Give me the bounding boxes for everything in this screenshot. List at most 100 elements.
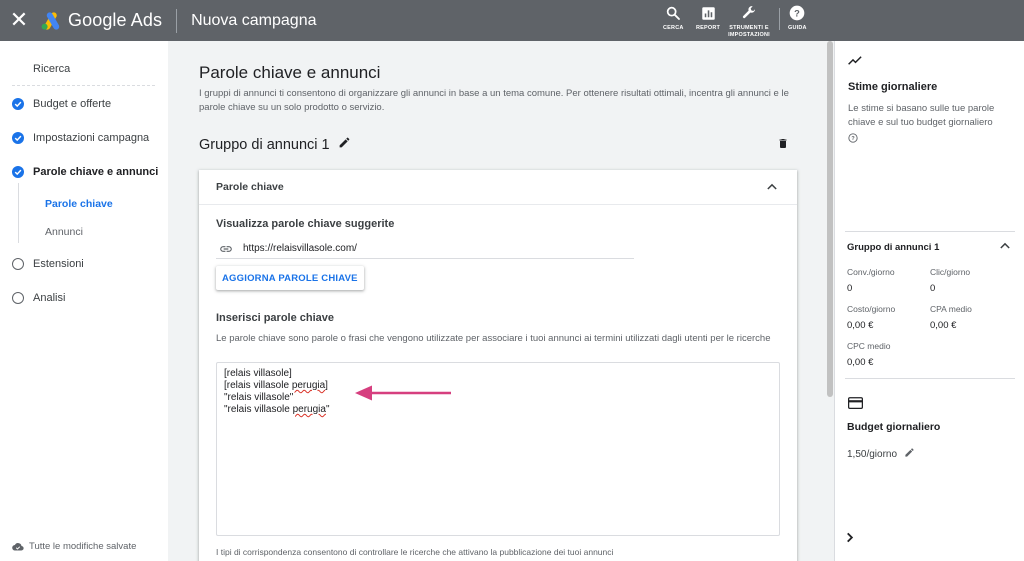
daily-budget-amount: 1,50/giorno <box>847 448 898 460</box>
estimates-description: Le stime si basano sulle tue parole chia… <box>848 103 995 128</box>
top-bar: ✕ Google Ads Nuova campagna CERCA REPORT… <box>0 0 1024 41</box>
annotation-arrow-icon <box>355 385 451 401</box>
estimates-group-title: Gruppo di annunci 1 <box>847 242 940 253</box>
search-tool-button[interactable]: CERCA <box>663 4 684 32</box>
help-tool-label: GUIDA <box>788 25 807 31</box>
step-impostazioni[interactable]: Impostazioni campagna <box>0 124 168 152</box>
save-status: Tutte le modifiche salvate <box>12 541 136 552</box>
panel-divider <box>845 231 1015 232</box>
tools-divider <box>779 8 780 30</box>
section-title: Parole chiave e annunci <box>199 63 381 82</box>
help-tool-button[interactable]: ? GUIDA <box>788 4 807 32</box>
page-title: Nuova campagna <box>191 11 317 29</box>
update-keywords-button[interactable]: AGGIORNA PAROLE CHIAVE <box>216 266 364 290</box>
step-budget[interactable]: Budget e offerte <box>0 90 168 118</box>
estimates-panel: Stime giornaliere Le stime si basano sul… <box>834 41 1024 561</box>
daily-budget-value: 1,50/giorno <box>847 447 915 461</box>
keyword-text: " <box>325 404 330 415</box>
keywords-textarea[interactable]: [relais villasole] [relais villasole per… <box>216 362 780 536</box>
step-ricerca[interactable]: Ricerca <box>0 55 168 83</box>
wrench-icon <box>740 4 758 22</box>
tools-settings-button[interactable]: STRUMENTI E IMPOSTAZIONI <box>728 4 770 38</box>
help-icon: ? <box>788 4 806 22</box>
keyword-text: "relais villasole <box>224 404 293 415</box>
step-impostazioni-label: Impostazioni campagna <box>33 132 150 144</box>
main-content: Parole chiave e annunci I gruppi di annu… <box>168 41 825 561</box>
step-divider <box>12 85 155 86</box>
step-ricerca-label: Ricerca <box>33 63 71 75</box>
step-parole-annunci[interactable]: Parole chiave e annunci <box>0 158 168 186</box>
cpa-label: CPA medio <box>930 304 972 314</box>
step-estensioni[interactable]: Estensioni <box>0 250 168 278</box>
keyword-line: [relais villasole perugia] <box>224 380 772 392</box>
report-icon <box>699 4 717 22</box>
chevron-right-icon[interactable] <box>846 532 854 543</box>
ad-group-name: Gruppo di annunci 1 <box>199 136 330 153</box>
edit-pencil-icon[interactable] <box>338 136 351 153</box>
google-ads-logo: Google Ads <box>38 0 162 41</box>
link-icon <box>220 245 232 252</box>
trending-up-icon <box>848 56 862 65</box>
check-icon <box>12 132 24 144</box>
empty-circle-icon <box>12 258 24 270</box>
report-tool-label: REPORT <box>696 25 721 31</box>
app-name: Google Ads <box>68 10 163 30</box>
cloud-done-icon <box>12 542 24 551</box>
help-circle-icon[interactable]: ? <box>848 133 858 143</box>
search-icon <box>664 4 682 22</box>
clic-value: 0 <box>930 283 936 294</box>
conv-label: Conv./giorno <box>847 267 895 277</box>
credit-card-icon <box>848 397 863 409</box>
ad-group-title: Gruppo di annunci 1 <box>199 136 351 153</box>
delete-icon[interactable] <box>777 137 789 155</box>
svg-text:?: ? <box>851 136 854 142</box>
keywords-card-title: Parole chiave <box>216 181 284 193</box>
substep-line <box>18 183 19 243</box>
costo-label: Costo/giorno <box>847 304 896 314</box>
tools-settings-label: STRUMENTI E IMPOSTAZIONI <box>728 25 770 38</box>
keywords-card-header[interactable]: Parole chiave <box>199 170 797 205</box>
keyword-line: "relais villasole perugia" <box>224 404 772 416</box>
cpa-value: 0,00 € <box>930 320 957 331</box>
keyword-text: "relais villasole" <box>224 392 294 403</box>
substep-parole-chiave[interactable]: Parole chiave <box>45 198 113 210</box>
section-description: I gruppi di annunci ti consentono di org… <box>199 88 789 113</box>
edit-pencil-icon[interactable] <box>904 447 915 461</box>
chevron-up-icon[interactable] <box>767 181 777 193</box>
main-scrollbar[interactable] <box>825 41 834 561</box>
step-analisi[interactable]: Analisi <box>0 284 168 312</box>
clic-label: Clic/giorno <box>930 267 971 277</box>
title-divider <box>176 8 178 33</box>
report-tool-button[interactable]: REPORT <box>696 4 720 32</box>
scrollbar-thumb[interactable] <box>827 41 833 397</box>
keyword-text: [relais villasole <box>224 380 292 391</box>
panel-divider <box>845 378 1015 379</box>
search-tool-label: CERCA <box>663 25 684 31</box>
cpc-label: CPC medio <box>847 341 891 351</box>
spellcheck-word: perugia <box>292 404 326 415</box>
step-estensioni-label: Estensioni <box>33 258 84 270</box>
insert-keywords-title: Inserisci parole chiave <box>216 312 335 324</box>
estimates-title: Stime giornaliere <box>848 81 938 93</box>
costo-value: 0,00 € <box>847 320 874 331</box>
website-url-field[interactable]: https://relaisvillasole.com/ <box>216 239 634 259</box>
daily-budget-title: Budget giornaliero <box>847 421 941 433</box>
chevron-up-icon[interactable] <box>1000 242 1010 249</box>
keywords-card: Parole chiave Visualizza parole chiave s… <box>199 170 797 561</box>
keyword-line: [relais villasole] <box>224 368 772 380</box>
step-analisi-label: Analisi <box>33 292 66 304</box>
empty-circle-icon <box>12 292 24 304</box>
keyword-text: [relais villasole] <box>224 368 292 379</box>
step-budget-label: Budget e offerte <box>33 98 112 110</box>
google-ads-mark-icon <box>41 11 60 30</box>
svg-text:?: ? <box>795 8 801 18</box>
steps-sidebar: Ricerca Budget e offerte Impostazioni ca… <box>0 41 168 561</box>
cpc-value: 0,00 € <box>847 357 874 368</box>
spellcheck-word: perugia <box>291 380 326 391</box>
save-status-text: Tutte le modifiche salvate <box>29 541 137 552</box>
check-icon <box>12 166 24 178</box>
substep-annunci[interactable]: Annunci <box>45 226 83 238</box>
keyword-text: ] <box>325 380 328 391</box>
conv-value: 0 <box>847 283 853 294</box>
close-icon[interactable]: ✕ <box>0 0 38 41</box>
